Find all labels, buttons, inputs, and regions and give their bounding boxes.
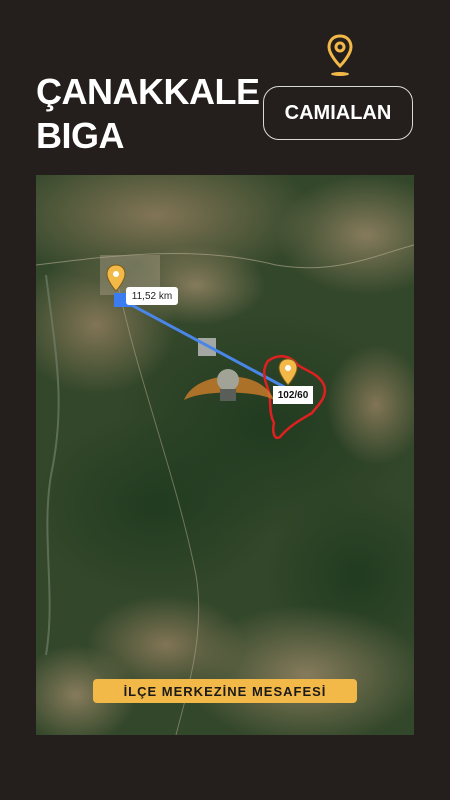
title-province: ÇANAKKALE: [36, 71, 260, 112]
map-terrain: [36, 175, 414, 735]
location-pin-icon: [327, 34, 353, 76]
satellite-map[interactable]: 11,52 km 102/60: [36, 175, 414, 735]
title-district: BIGA: [36, 115, 124, 156]
page-title: ÇANAKKALE BIGA: [36, 70, 260, 158]
parcel-number-label: 102/60: [273, 386, 313, 404]
distance-label: 11,52 km: [126, 287, 178, 305]
village-name-button[interactable]: CAMIALAN: [263, 86, 413, 140]
distance-caption: İLÇE MERKEZİNE MESAFESİ: [93, 679, 357, 703]
